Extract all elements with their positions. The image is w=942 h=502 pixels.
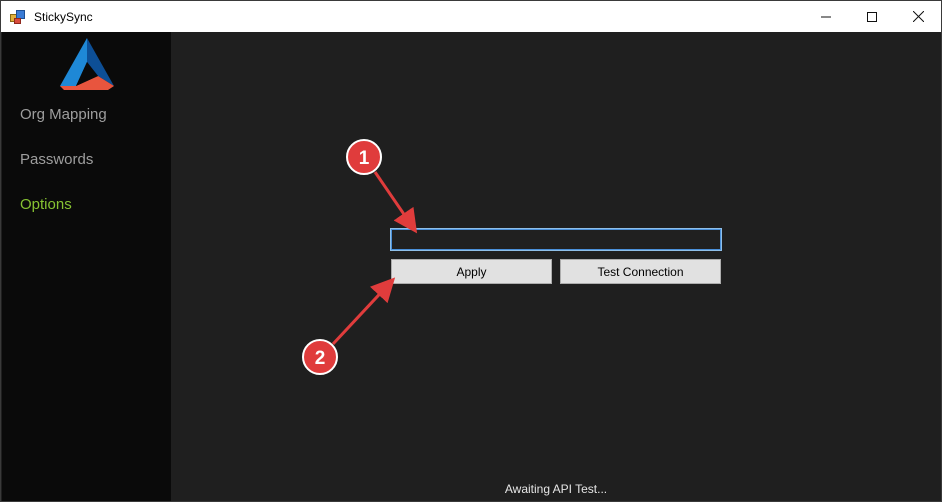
- window-controls: [803, 1, 941, 32]
- app-icon: [10, 9, 26, 25]
- sidebar: Org Mapping Passwords Options: [2, 32, 171, 501]
- window-title: StickySync: [34, 9, 93, 24]
- sidebar-item-passwords[interactable]: Passwords: [20, 151, 93, 168]
- minimize-button[interactable]: [803, 1, 849, 32]
- api-key-input[interactable]: [390, 228, 722, 251]
- sidebar-item-options[interactable]: Options: [20, 196, 72, 213]
- triangle-logo: [60, 38, 114, 90]
- app-window: StickySync Org Mapping Passwords Options…: [0, 0, 942, 502]
- sidebar-item-org-mapping[interactable]: Org Mapping: [20, 106, 107, 123]
- maximize-button[interactable]: [849, 1, 895, 32]
- test-connection-button[interactable]: Test Connection: [560, 259, 721, 284]
- close-button[interactable]: [895, 1, 941, 32]
- status-text: Awaiting API Test...: [504, 482, 608, 496]
- close-icon: [912, 11, 924, 22]
- title-bar: StickySync: [1, 1, 941, 32]
- minimize-icon: [821, 16, 831, 17]
- maximize-icon: [867, 11, 877, 22]
- apply-button[interactable]: Apply: [391, 259, 552, 284]
